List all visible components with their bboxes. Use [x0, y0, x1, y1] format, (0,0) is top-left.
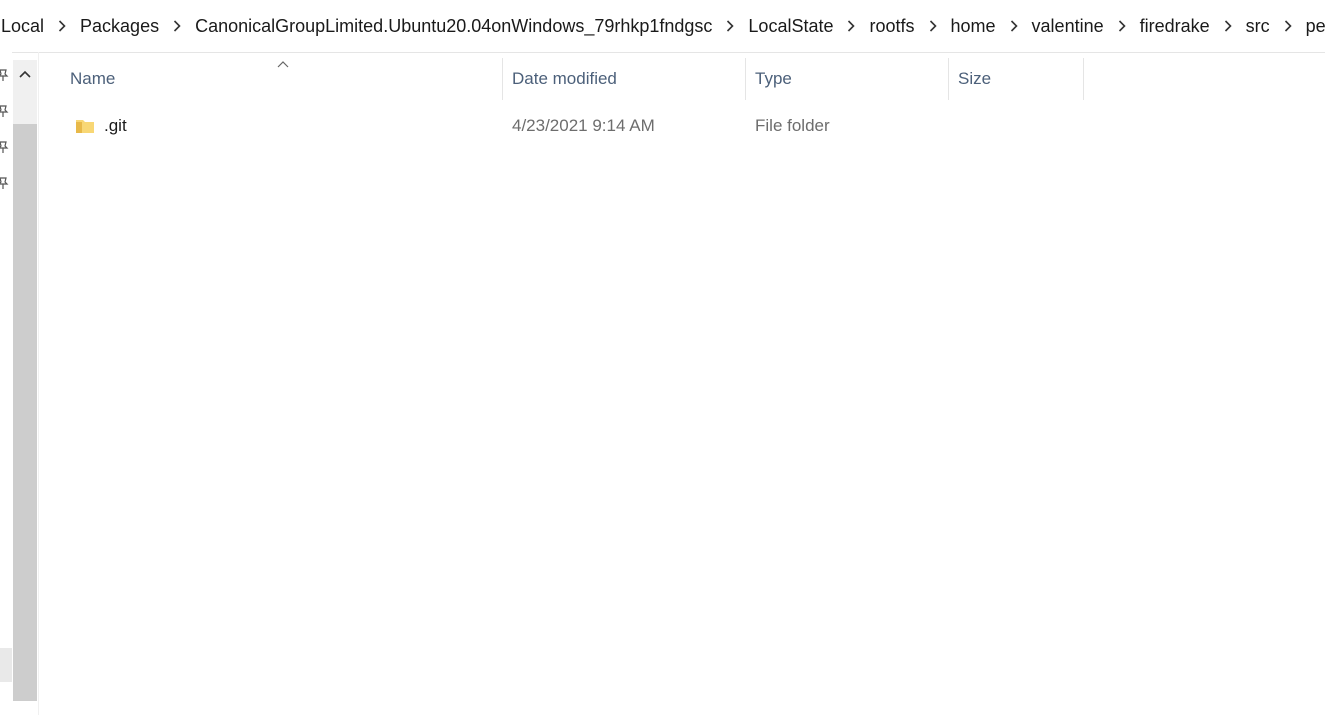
breadcrumb-item-rootfs[interactable]: rootfs — [864, 0, 919, 52]
breadcrumb-item-valentine[interactable]: valentine — [1027, 0, 1109, 52]
breadcrumb-item-src[interactable]: src — [1241, 0, 1275, 52]
navigation-pane — [0, 52, 12, 715]
chevron-right-icon[interactable] — [1275, 0, 1301, 52]
pin-icon[interactable] — [0, 104, 9, 118]
pin-icon[interactable] — [0, 68, 9, 82]
file-row[interactable]: .git 4/23/2021 9:14 AM File folder — [60, 104, 1084, 148]
chevron-right-icon[interactable] — [838, 0, 864, 52]
column-header-date-modified[interactable]: Date modified — [502, 58, 745, 100]
breadcrumb-item-firedrake[interactable]: firedrake — [1135, 0, 1215, 52]
chevron-right-icon[interactable] — [164, 0, 190, 52]
breadcrumb-item-local[interactable]: Local — [0, 0, 49, 52]
file-name: .git — [104, 116, 127, 135]
chevron-right-icon[interactable] — [1215, 0, 1241, 52]
scrollbar-thumb[interactable] — [13, 124, 37, 701]
chevron-right-icon[interactable] — [49, 0, 75, 52]
file-name-cell[interactable]: .git — [70, 104, 127, 148]
breadcrumb-item-canonical[interactable]: CanonicalGroupLimited.Ubuntu20.04onWindo… — [190, 0, 717, 52]
folder-icon — [76, 120, 94, 133]
breadcrumb-item-localstate[interactable]: LocalState — [743, 0, 838, 52]
breadcrumb-item-packages[interactable]: Packages — [75, 0, 164, 52]
chevron-right-icon[interactable] — [717, 0, 743, 52]
pane-divider[interactable] — [38, 52, 39, 715]
column-header-type[interactable]: Type — [745, 58, 948, 100]
breadcrumb: Local Packages CanonicalGroupLimited.Ubu… — [0, 0, 1325, 52]
breadcrumb-item-home[interactable]: home — [946, 0, 1001, 52]
pin-icon[interactable] — [0, 176, 9, 190]
pin-icon[interactable] — [0, 140, 9, 154]
address-bar[interactable]: Local Packages CanonicalGroupLimited.Ubu… — [0, 0, 1325, 53]
chevron-right-icon[interactable] — [1109, 0, 1135, 52]
file-type: File folder — [755, 116, 830, 135]
chevron-up-icon[interactable] — [13, 60, 37, 88]
chevron-right-icon[interactable] — [920, 0, 946, 52]
column-header-name[interactable]: Name — [60, 58, 502, 100]
file-date-modified: 4/23/2021 9:14 AM — [512, 116, 655, 135]
nav-scrollbar[interactable] — [13, 60, 37, 701]
nav-selected-item[interactable] — [0, 648, 12, 682]
breadcrumb-item-petsc[interactable]: petsc — [1301, 0, 1325, 52]
chevron-right-icon[interactable] — [1001, 0, 1027, 52]
column-header-row: Name Date modified Type Size — [60, 58, 1084, 100]
column-divider[interactable] — [1083, 58, 1084, 100]
file-list: .git 4/23/2021 9:14 AM File folder — [60, 104, 1084, 148]
column-header-size[interactable]: Size — [948, 58, 1083, 100]
